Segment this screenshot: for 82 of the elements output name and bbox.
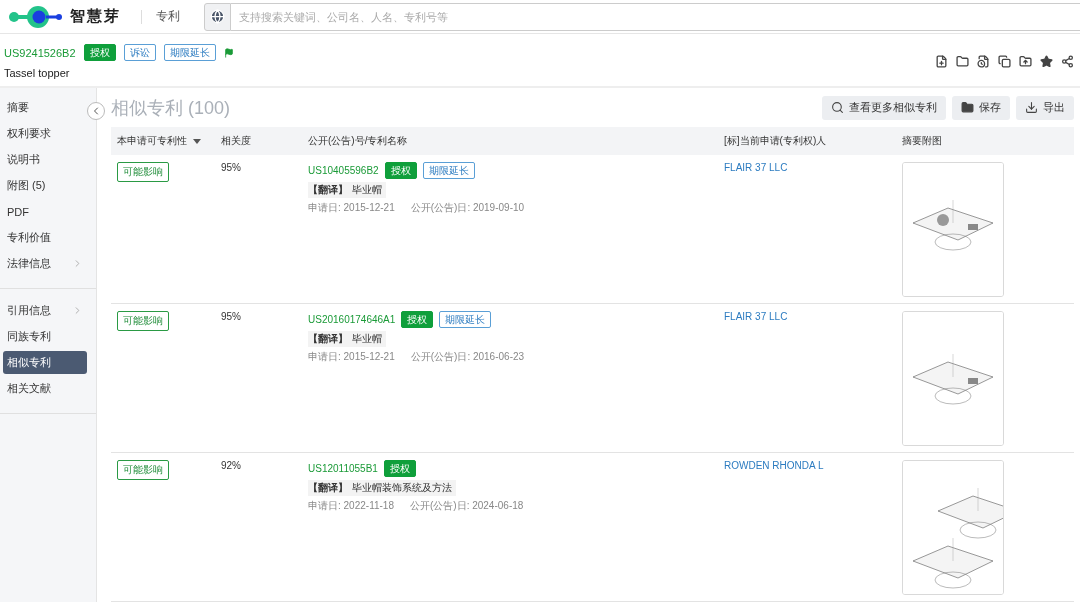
relevance-value: 92% <box>221 460 241 471</box>
globe-icon[interactable] <box>210 9 225 24</box>
patent-name: 毕业帽 <box>352 183 382 198</box>
assignee-link[interactable]: ROWDEN RHONDA L <box>724 460 824 471</box>
flag-icon[interactable] <box>223 47 234 58</box>
sidebar-item[interactable]: 相似专利 <box>3 351 87 374</box>
action-button[interactable]: 导出 <box>1016 95 1074 120</box>
action-button[interactable]: 查看更多相似专利 <box>822 95 946 120</box>
patent-tag: 授权 <box>384 162 417 180</box>
sidebar-item[interactable]: 专利价值 <box>3 226 87 249</box>
sort-caret-icon[interactable] <box>193 138 201 144</box>
patent-number-link[interactable]: US12011055B1 <box>308 463 378 474</box>
sidebar-label: 摘要 <box>7 100 29 115</box>
column-header: 公开(公告)号/专利名称 <box>308 134 408 149</box>
search-field[interactable]: 支持搜索关键词、公司名、人名、专利号等 <box>231 2 1080 31</box>
translate-label[interactable]: 【翻译】 <box>308 481 348 495</box>
sidebar-label: 同族专利 <box>7 329 51 344</box>
assignee-link[interactable]: FLAIR 37 LLC <box>724 162 788 174</box>
patent-name: 毕业帽 <box>352 332 382 347</box>
publication-date: 公开(公告)日: 2016-06-23 <box>410 350 525 365</box>
logo-icon <box>8 4 64 29</box>
sidebar-label: 相似专利 <box>7 355 51 370</box>
patent-tag: 期限延长 <box>163 44 216 61</box>
folder-icon <box>961 101 974 115</box>
filing-date: 申请日: 2015-12-21 <box>308 201 395 216</box>
patent-title: Tassel topper <box>4 67 71 79</box>
sidebar-item[interactable]: 摘要 <box>3 96 87 119</box>
sidebar-item[interactable]: 附图 (5) <box>3 174 87 197</box>
patent-tag: 授权 <box>83 44 116 61</box>
sidebar-item[interactable]: 同族专利 <box>3 325 87 348</box>
folder-upload-icon[interactable] <box>1019 54 1032 68</box>
file-clock-icon[interactable] <box>977 54 990 68</box>
sidebar-label: 权利要求 <box>7 126 51 141</box>
relevance-value: 95% <box>221 162 241 174</box>
sidebar-label: PDF <box>7 205 29 218</box>
patent-name: 毕业帽装饰系统及方法 <box>352 481 452 495</box>
patentability-tag: 可能影响 <box>117 460 169 480</box>
relevance-value: 95% <box>221 311 241 323</box>
column-header: 相关度 <box>221 134 251 149</box>
sidebar-label: 附图 (5) <box>7 178 46 193</box>
sidebar-item[interactable]: 说明书 <box>3 148 87 171</box>
share-icon[interactable] <box>1061 54 1074 68</box>
section-link[interactable]: 专利 <box>156 8 180 25</box>
column-header[interactable]: 本申请可专利性 <box>117 134 187 149</box>
column-header: 摘要附图 <box>902 134 942 149</box>
sidebar-item[interactable]: 相关文献 <box>3 377 87 400</box>
sidebar-label: 引用信息 <box>7 303 51 318</box>
download-icon <box>1025 101 1038 115</box>
patent-number-link[interactable]: US20160174646A1 <box>308 314 396 326</box>
translate-label[interactable]: 【翻译】 <box>308 183 348 198</box>
star-icon[interactable] <box>1040 54 1053 68</box>
sidebar-label: 法律信息 <box>7 256 51 271</box>
sidebar-item[interactable]: 权利要求 <box>3 122 87 145</box>
search-icon <box>831 101 844 115</box>
folder-icon[interactable] <box>956 54 969 68</box>
patent-tag: 授权 <box>383 460 416 477</box>
translate-label[interactable]: 【翻译】 <box>308 332 348 347</box>
patent-number: US9241526B2 <box>4 46 76 59</box>
patent-tag: 授权 <box>401 311 434 329</box>
file-add-icon[interactable] <box>935 54 948 68</box>
patentability-tag: 可能影响 <box>117 311 169 332</box>
sidebar-item[interactable]: 引用信息 <box>3 299 87 322</box>
copy-icon[interactable] <box>998 54 1011 68</box>
patent-tag: 期限延长 <box>422 162 475 180</box>
publication-date: 公开(公告)日: 2024-06-18 <box>409 499 524 513</box>
brand-name: 智慧芽 <box>70 7 121 26</box>
patent-tag: 诉讼 <box>123 44 156 61</box>
publication-date: 公开(公告)日: 2019-09-10 <box>410 201 525 216</box>
sidebar-item[interactable]: 法律信息 <box>3 252 87 275</box>
assignee-link[interactable]: FLAIR 37 LLC <box>724 311 788 323</box>
patent-tag: 期限延长 <box>439 311 492 329</box>
filing-date: 申请日: 2022-11-18 <box>308 499 394 513</box>
action-button[interactable]: 保存 <box>952 95 1010 120</box>
sidebar-label: 专利价值 <box>7 230 51 245</box>
sidebar-label: 说明书 <box>7 152 40 167</box>
column-header: [标]当前申请(专利权)人 <box>724 134 827 149</box>
filing-date: 申请日: 2015-12-21 <box>308 350 395 365</box>
sidebar-item[interactable]: PDF <box>3 200 87 223</box>
sidebar-label: 相关文献 <box>7 381 51 396</box>
patentability-tag: 可能影响 <box>117 162 169 183</box>
page-title: 相似专利 (100) <box>111 96 231 120</box>
patent-number-link[interactable]: US10405596B2 <box>308 165 379 177</box>
